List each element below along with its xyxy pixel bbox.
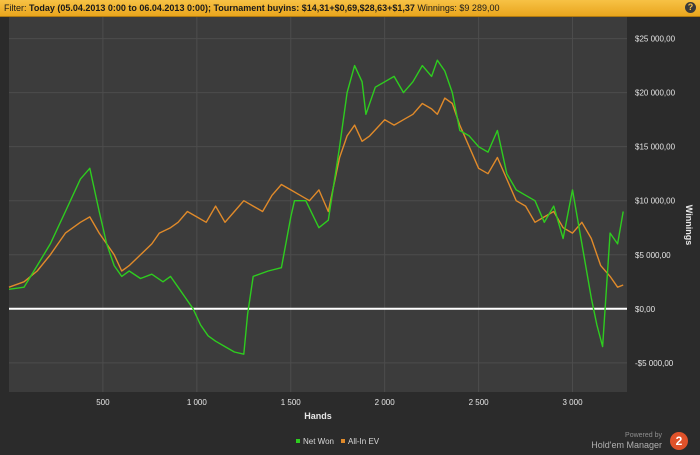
legend-label: All-In EV: [348, 437, 380, 446]
legend-swatch: [296, 439, 300, 443]
x-tick-label: 3 000: [563, 398, 584, 407]
y-axis-label: Winnings: [684, 205, 694, 245]
filter-text: Today (05.04.2013 0:00 to 06.04.2013 0:0…: [29, 3, 415, 13]
hm2-logo-icon: 2: [670, 432, 688, 450]
x-tick-label: 1 000: [187, 398, 208, 407]
y-tick-label: -$5 000,00: [635, 359, 674, 368]
plot-area: [9, 17, 627, 392]
legend-label: Net Won: [303, 437, 334, 446]
y-tick-label: $15 000,00: [635, 143, 676, 152]
x-tick-label: 2 500: [469, 398, 490, 407]
filter-bar: Filter: Today (05.04.2013 0:00 to 06.04.…: [0, 0, 700, 17]
y-tick-label: $10 000,00: [635, 197, 676, 206]
x-tick-label: 1 500: [281, 398, 302, 407]
y-tick-label: $5 000,00: [635, 251, 671, 260]
legend: Net Won All-In EV: [296, 437, 380, 446]
hm2-watermark: Powered by Hold'em Manager 2: [582, 430, 692, 452]
powered-by-text: Powered by: [625, 432, 662, 439]
x-tick-label: 500: [96, 398, 110, 407]
y-axis-ticks: -$5 000,00 $0,00 $5 000,00 $10 000,00 $15 00…: [635, 35, 676, 368]
winnings-text: Winnings: $9 289,00: [414, 3, 500, 13]
legend-swatch: [341, 439, 345, 443]
winnings-chart: -$5 000,00 $0,00 $5 000,00 $10 000,00 $15 00…: [8, 17, 694, 446]
product-name: Hold'em Manager: [591, 440, 662, 450]
help-icon[interactable]: ?: [685, 2, 696, 13]
y-tick-label: $0,00: [635, 305, 656, 314]
y-tick-label: $25 000,00: [635, 35, 676, 44]
filter-label: Filter:: [4, 3, 30, 13]
x-tick-label: 2 000: [375, 398, 396, 407]
x-axis-label: Hands: [304, 411, 332, 421]
y-tick-label: $20 000,00: [635, 89, 676, 98]
x-axis-ticks: 500 1 000 1 500 2 000 2 500 3 000: [96, 398, 583, 407]
